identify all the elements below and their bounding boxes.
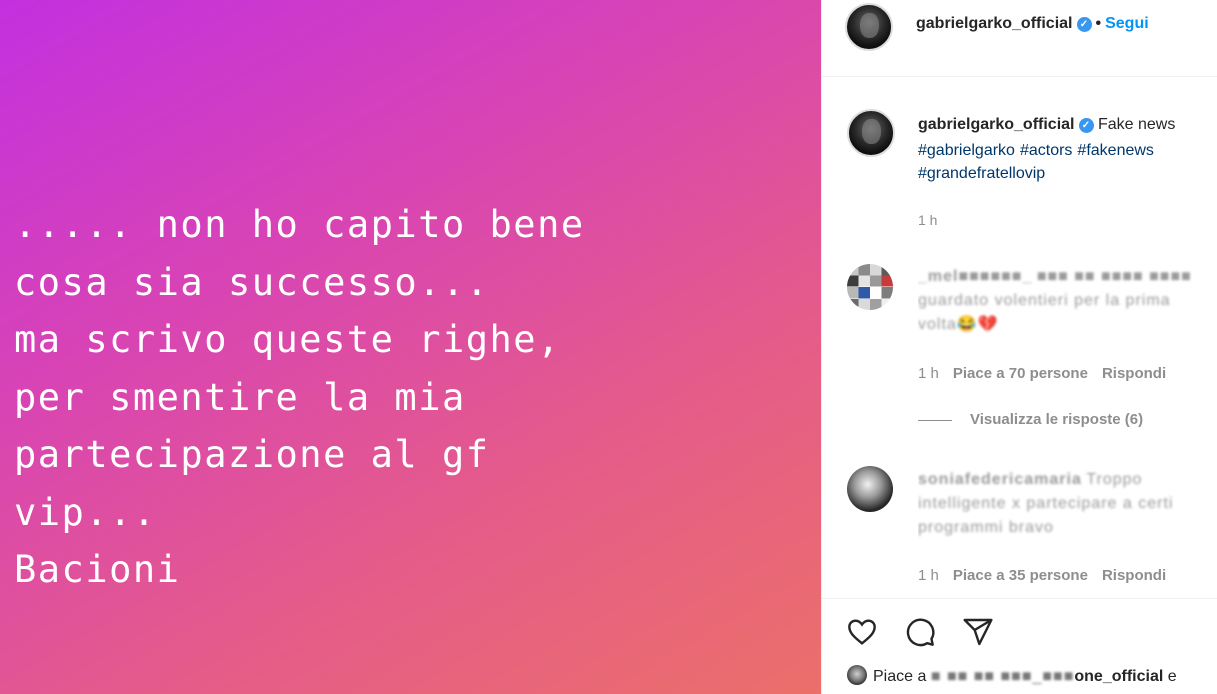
caption-hashtags: #gabrielgarko #actors #fakenews #grandefra…: [918, 139, 1217, 185]
share-icon[interactable]: [962, 616, 994, 648]
liker-name-blurred: ■ ■■ ■■ ■■■_■■■: [930, 668, 1075, 685]
replies-divider: [918, 419, 952, 421]
story-line: partecipazione al gf: [14, 433, 490, 476]
story-line: cosa sia successo...: [14, 260, 490, 304]
story-line: ma scrivo queste righe,: [14, 318, 561, 361]
liker-avatar: [847, 665, 867, 685]
view-replies-label: Visualizza le risposte (6): [970, 411, 1144, 428]
hashtag-link[interactable]: #actors: [1020, 142, 1072, 159]
likes-prefix: Piace a: [873, 668, 927, 685]
comment-username[interactable]: soniafedericamaria: [918, 471, 1082, 488]
caption-row: gabrielgarko_official ✓ Fake news: [918, 116, 1175, 134]
caption-username[interactable]: gabrielgarko_official: [918, 116, 1075, 133]
comment-body: soniafedericamaria Troppo intelligente x…: [918, 468, 1217, 540]
heart-icon[interactable]: [846, 616, 878, 648]
comment-avatar[interactable]: [847, 264, 893, 310]
likes-suffix: e: [1167, 668, 1177, 685]
comment-text-line: Troppo: [1086, 471, 1143, 488]
comment-likes[interactable]: Piace a 35 persone: [953, 567, 1088, 584]
reply-button[interactable]: Rispondi: [1102, 365, 1166, 382]
comment-body: _mel■■■■■■_ ■■■ ■■ ■■■■ ■■■■ guardato vo…: [918, 265, 1217, 337]
liker-name[interactable]: one_official: [1074, 668, 1163, 685]
comment-text-line: volta😂💔: [918, 316, 999, 333]
separator-dot: •: [1095, 15, 1102, 32]
comment-username[interactable]: _mel■■■■■■_: [918, 268, 1032, 285]
comment-time[interactable]: 1 h: [918, 365, 939, 382]
story-line: Bacioni: [14, 548, 181, 591]
comment-text-line: intelligente x partecipare a certi: [918, 495, 1174, 512]
story-text: ..... non ho capito bene cosa sia succes…: [14, 196, 585, 599]
hashtag-link[interactable]: #grandefratellovip: [918, 165, 1045, 182]
post-header: gabrielgarko_official ✓ • Segui: [822, 0, 1217, 77]
post-actions: Piace a ■ ■■ ■■ ■■■_■■■one_official e: [822, 598, 1217, 694]
comment-time[interactable]: 1 h: [918, 567, 939, 584]
comment-text-line: ■■■ ■■ ■■■■ ■■■■: [1036, 268, 1192, 285]
comment-text-line: guardato volentieri per la prima: [918, 292, 1171, 309]
comment-meta: 1 h Piace a 70 persone Rispondi: [918, 365, 1180, 382]
comment-likes[interactable]: Piace a 70 persone: [953, 365, 1088, 382]
likes-summary[interactable]: Piace a ■ ■■ ■■ ■■■_■■■one_official e: [847, 665, 1177, 686]
comment-meta: 1 h Piace a 35 persone Rispondi: [918, 567, 1180, 584]
story-line: ..... non ho capito bene: [14, 203, 585, 246]
verified-icon: ✓: [1076, 17, 1092, 32]
caption-time[interactable]: 1 h: [918, 212, 937, 228]
reply-button[interactable]: Rispondi: [1102, 567, 1166, 584]
follow-button[interactable]: Segui: [1105, 15, 1149, 32]
story-line: vip...: [14, 490, 157, 534]
comment-avatar[interactable]: [847, 466, 893, 512]
story-image: ..... non ho capito bene cosa sia succes…: [0, 0, 821, 694]
hashtag-link[interactable]: #gabrielgarko: [918, 142, 1015, 159]
verified-icon: ✓: [1078, 118, 1094, 133]
view-replies-button[interactable]: Visualizza le risposte (6): [918, 411, 1143, 428]
header-username[interactable]: gabrielgarko_official: [916, 15, 1073, 32]
hashtag-link[interactable]: #fakenews: [1077, 142, 1154, 159]
caption-text: Fake news: [1097, 116, 1176, 133]
story-line: per smentire la mia: [14, 375, 466, 419]
comment-text-line: programmi bravo: [918, 519, 1054, 536]
post-side-panel: gabrielgarko_official ✓ • Segui gabrielgark…: [821, 0, 1217, 694]
comment-icon[interactable]: [904, 616, 936, 648]
caption-avatar[interactable]: [847, 109, 895, 157]
header-username-row: gabrielgarko_official ✓ • Segui: [916, 15, 1149, 33]
avatar[interactable]: [845, 3, 893, 51]
